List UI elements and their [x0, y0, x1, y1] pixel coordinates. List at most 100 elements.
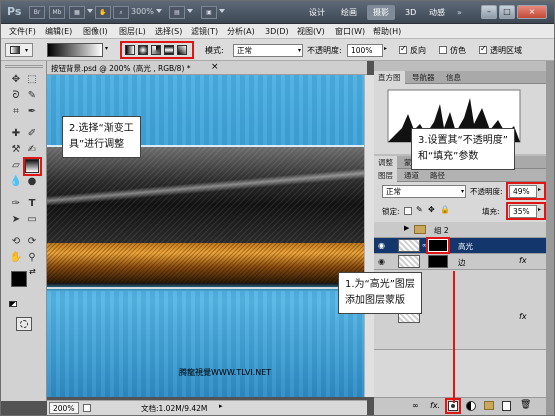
menu-filter[interactable]: 滤镜(T)	[191, 25, 218, 38]
dodge-tool-icon[interactable]: ●	[25, 175, 39, 189]
hand-tool-button[interactable]: ✋	[95, 6, 111, 19]
history-brush-tool-icon[interactable]: ✍	[25, 143, 39, 157]
angle-gradient-icon[interactable]	[151, 45, 161, 55]
quick-select-tool-icon[interactable]: ✎	[25, 89, 39, 103]
arrange-caret-icon[interactable]	[187, 9, 193, 13]
healing-brush-tool-icon[interactable]: ✚	[9, 127, 23, 141]
group-expand-icon[interactable]: ▶	[404, 224, 409, 232]
workspace-photography[interactable]: 摄影	[367, 5, 395, 20]
brush-tool-icon[interactable]: ✐	[25, 127, 39, 141]
lock-image-icon[interactable]: ✎	[416, 205, 423, 214]
3d-orbit-tool-icon[interactable]: ⟳	[25, 235, 39, 249]
lock-all-icon[interactable]: 🔒	[440, 205, 450, 214]
diamond-gradient-icon[interactable]	[177, 45, 187, 55]
tab-info[interactable]: 信息	[442, 71, 465, 84]
layer-row-group[interactable]: ▶ 组 2	[374, 222, 546, 238]
screen-mode-caret-icon[interactable]	[219, 9, 225, 13]
document-tab[interactable]: 按钮背景.psd @ 200% (高光 , RGB/8) * ×	[47, 61, 367, 75]
fill-input[interactable]: 35%	[509, 205, 537, 218]
menu-file[interactable]: 文件(F)	[9, 25, 36, 38]
quick-mask-button[interactable]	[16, 317, 32, 331]
lasso-tool-icon[interactable]: ᘐ	[9, 89, 23, 103]
opacity-caret-icon[interactable]: ▸	[384, 45, 387, 52]
fill-caret-icon[interactable]: ▸	[538, 206, 541, 213]
workspace-painting[interactable]: 绘画	[335, 5, 363, 20]
workspace-3d[interactable]: 3D	[399, 5, 422, 20]
visibility-eye-icon[interactable]	[378, 225, 388, 235]
zoom-level[interactable]: 300%	[131, 7, 154, 16]
blend-mode-select[interactable]: 正常 ▾	[382, 185, 466, 198]
layer-opacity-caret-icon[interactable]: ▸	[538, 186, 541, 193]
document-close-button[interactable]: ×	[211, 62, 219, 72]
blur-tool-icon[interactable]: 💧	[9, 175, 23, 189]
tool-preset-picker[interactable]: ▾	[5, 43, 33, 57]
menu-edit[interactable]: 编辑(E)	[45, 25, 72, 38]
workspace-motion[interactable]: 动感	[423, 5, 451, 20]
reflected-gradient-icon[interactable]	[164, 45, 174, 55]
crop-tool-icon[interactable]: ⌗	[9, 105, 23, 119]
mini-bridge-button[interactable]: Mb	[49, 6, 65, 19]
new-group-icon[interactable]	[484, 401, 494, 410]
type-tool-icon[interactable]: T	[25, 197, 39, 211]
reverse-checkbox[interactable]: ✓	[399, 44, 407, 54]
layer-row-highlight[interactable]: ◉ ∞ 高光	[374, 237, 546, 254]
layer-fx-badge[interactable]: fx	[519, 256, 527, 265]
menu-view[interactable]: 视图(V)	[297, 25, 325, 38]
link-layers-icon[interactable]: ∞	[412, 401, 419, 410]
delete-layer-icon[interactable]: 🗑	[520, 400, 531, 410]
status-zoom-input[interactable]: 200%	[49, 402, 79, 414]
gradient-picker[interactable]	[47, 43, 103, 57]
tab-paths[interactable]: 路径	[426, 169, 449, 182]
toolbox-grip[interactable]	[5, 65, 43, 68]
3d-rotate-tool-icon[interactable]: ⟲	[9, 235, 23, 249]
default-colors-icon[interactable]	[9, 301, 17, 307]
clone-stamp-tool-icon[interactable]: ⚒	[9, 143, 23, 157]
adjustment-layer-icon[interactable]	[466, 401, 476, 411]
bridge-button[interactable]: Br	[29, 6, 45, 19]
eraser-tool-icon[interactable]: ▱	[9, 159, 23, 173]
more-workspaces-button[interactable]: »	[451, 5, 468, 20]
marquee-tool-icon[interactable]: ⬚	[25, 73, 39, 87]
screen-mode-button[interactable]: ▣	[201, 6, 217, 19]
hand-tool-icon[interactable]: ✋	[9, 251, 23, 265]
tab-histogram[interactable]: 直方图	[374, 71, 405, 84]
layer-fx-badge[interactable]: fx	[519, 312, 527, 321]
foreground-color-swatch[interactable]	[11, 271, 27, 287]
new-layer-icon[interactable]	[502, 401, 511, 411]
menu-analysis[interactable]: 分析(A)	[227, 25, 255, 38]
visibility-eye-icon[interactable]: ◉	[378, 257, 388, 267]
zoom-tool-button[interactable]: ⌕	[113, 6, 129, 19]
gradient-tool-icon[interactable]	[25, 159, 39, 173]
mode-select[interactable]: 正常 ▾	[233, 44, 303, 57]
layer-mask-thumbnail[interactable]	[428, 255, 448, 268]
menu-layer[interactable]: 图层(L)	[119, 25, 146, 38]
menu-3d[interactable]: 3D(D)	[265, 25, 289, 38]
status-menu-icon[interactable]: ▸	[219, 402, 223, 410]
transparency-checkbox[interactable]: ✓	[479, 44, 487, 54]
path-selection-tool-icon[interactable]: ➤	[9, 213, 23, 227]
view-extras-button[interactable]: ▦	[69, 6, 85, 19]
vertical-scrollbar[interactable]	[364, 75, 374, 397]
shape-tool-icon[interactable]: ▭	[25, 213, 39, 227]
move-tool-icon[interactable]: ✥	[9, 73, 23, 87]
lock-transparent-icon[interactable]	[404, 207, 412, 215]
minimize-button[interactable]: –	[481, 5, 497, 19]
layer-opacity-input[interactable]: 49%	[509, 185, 537, 198]
arrange-documents-button[interactable]: ▤	[169, 6, 185, 19]
tab-adjustments[interactable]: 调整	[374, 156, 397, 169]
tab-channels[interactable]: 通道	[400, 169, 423, 182]
pen-tool-icon[interactable]: ✑	[9, 197, 23, 211]
opacity-input[interactable]: 100%	[347, 44, 383, 57]
zoom-tool-icon[interactable]: ⚲	[25, 251, 39, 265]
gradient-picker-caret-icon[interactable]: ▾	[105, 45, 108, 52]
tab-navigator[interactable]: 导航器	[408, 71, 439, 84]
status-info-icon[interactable]	[83, 404, 91, 412]
zoom-caret-icon[interactable]	[156, 9, 162, 13]
radial-gradient-icon[interactable]	[138, 45, 148, 55]
lock-position-icon[interactable]: ✥	[428, 205, 435, 214]
eyedropper-tool-icon[interactable]: ✒	[25, 105, 39, 119]
menu-select[interactable]: 选择(S)	[155, 25, 182, 38]
view-extras-caret-icon[interactable]	[87, 9, 93, 13]
tab-layers[interactable]: 图层	[374, 169, 397, 182]
workspace-design[interactable]: 设计	[303, 5, 331, 20]
